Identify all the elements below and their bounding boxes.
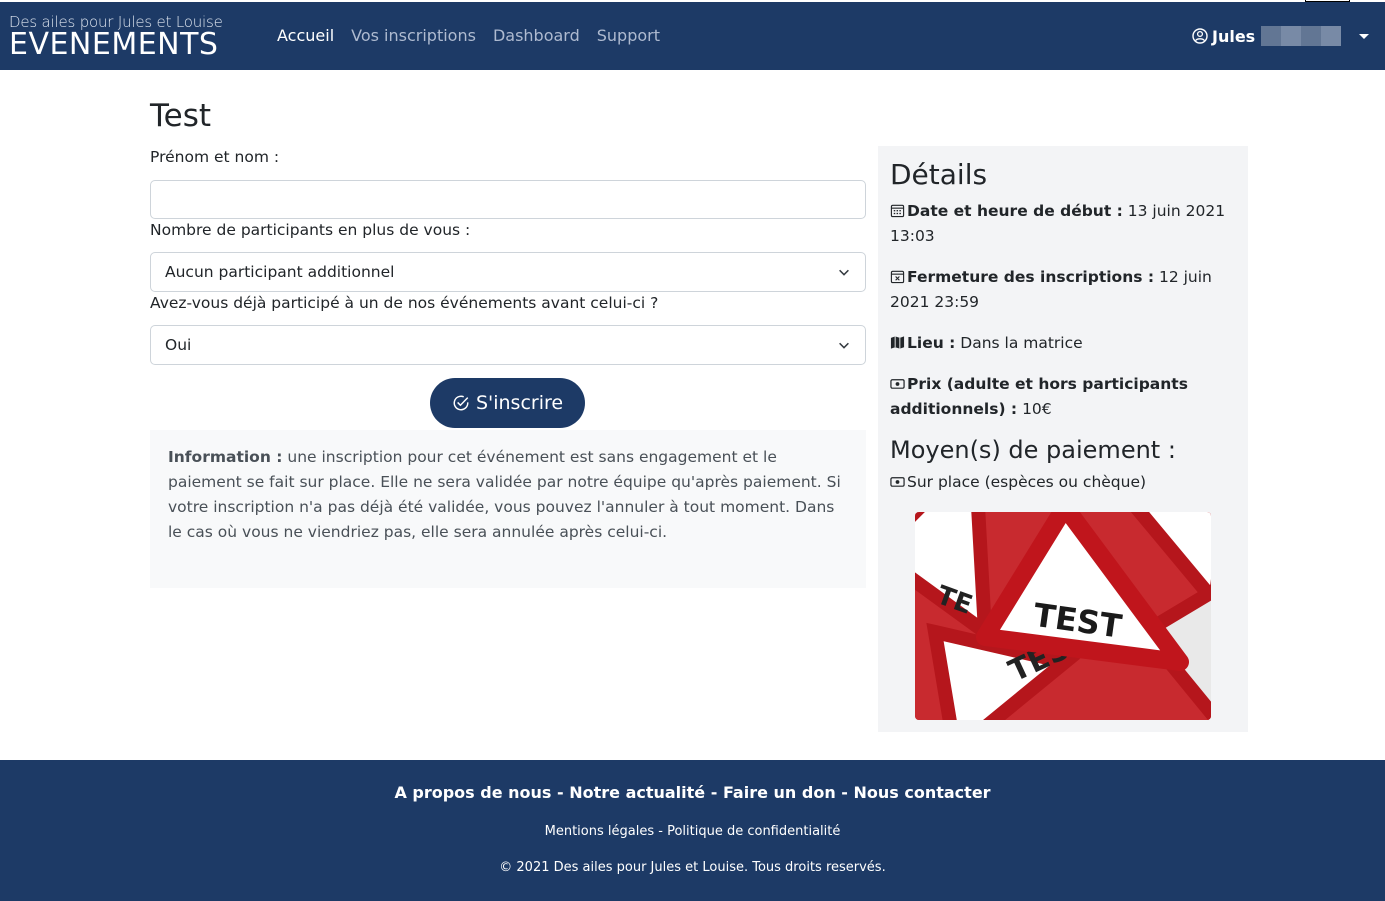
previous-select[interactable]: Oui	[150, 325, 866, 365]
payment-title: Moyen(s) de paiement :	[890, 436, 1176, 464]
details-panel: Détails Date et heure de début : 13 juin…	[878, 146, 1248, 732]
footer-links: A propos de nous - Notre actualité - Fai…	[0, 783, 1385, 802]
page-title: Test	[150, 98, 212, 134]
participants-label: Nombre de participants en plus de vous :	[150, 221, 471, 239]
footer-separator: -	[705, 783, 723, 802]
footer-link-legal-notice[interactable]: Mentions légales	[545, 824, 654, 839]
chevron-down-icon	[1359, 33, 1370, 39]
footer: A propos de nous - Notre actualité - Fai…	[0, 760, 1385, 901]
footer-link-news[interactable]: Notre actualité	[569, 783, 705, 802]
nav-item-support[interactable]: Support	[597, 26, 660, 45]
detail-close-date: Fermeture des inscriptions : 12 juin 202…	[890, 265, 1236, 315]
footer-copyright: © 2021 Des ailes pour Jules et Louise. T…	[499, 860, 886, 875]
name-field[interactable]	[150, 180, 866, 219]
chevron-down-icon	[839, 269, 849, 276]
participants-selected-value: Aucun participant additionnel	[165, 263, 395, 281]
payment-method-text: Sur place (espèces ou chèque)	[907, 473, 1147, 491]
user-menu-dropdown[interactable]: Jules	[1192, 26, 1370, 46]
detail-close-label: Fermeture des inscriptions :	[907, 268, 1155, 286]
nav-links: Accueil Vos inscriptions Dashboard Suppo…	[277, 26, 660, 45]
brand-title: EVENEMENTS	[9, 27, 219, 62]
detail-price: Prix (adulte et hors participants additi…	[890, 372, 1236, 422]
previous-label: Avez-vous déjà participé à un de nos évé…	[150, 294, 659, 312]
details-title: Détails	[890, 158, 988, 191]
calendar-icon	[890, 204, 905, 218]
footer-separator: -	[654, 824, 668, 839]
chevron-down-icon	[839, 342, 849, 349]
footer-separator: -	[835, 783, 854, 802]
detail-place: Lieu : Dans la matrice	[890, 331, 1236, 356]
previous-selected-value: Oui	[165, 336, 192, 354]
redacted-surname	[1261, 26, 1342, 46]
register-button[interactable]: S'inscrire	[430, 378, 585, 428]
map-icon	[890, 336, 905, 349]
footer-legal: Mentions légales - Politique de confiden…	[0, 824, 1385, 839]
nav-item-accueil[interactable]: Accueil	[277, 26, 334, 45]
info-title: Information :	[168, 448, 283, 466]
detail-place-value: Dans la matrice	[955, 334, 1083, 352]
detail-place-label: Lieu :	[907, 334, 956, 352]
footer-link-donate[interactable]: Faire un don	[723, 783, 836, 802]
test-sign-illustration: TE TES TEST	[915, 512, 1211, 720]
footer-link-privacy[interactable]: Politique de confidentialité	[667, 824, 840, 839]
check-circle-icon	[453, 395, 469, 411]
brand-logo[interactable]: Des ailes pour Jules et Louise EVENEMENT…	[9, 14, 223, 60]
user-circle-icon	[1192, 28, 1208, 44]
nav-item-dashboard[interactable]: Dashboard	[493, 26, 580, 45]
top-navbar: Des ailes pour Jules et Louise EVENEMENT…	[0, 0, 1385, 70]
detail-price-value: 10€	[1017, 400, 1052, 418]
detail-start-label: Date et heure de début :	[907, 202, 1123, 220]
name-label: Prénom et nom :	[150, 148, 280, 166]
register-button-label: S'inscrire	[475, 392, 564, 414]
cash-icon	[890, 379, 905, 389]
detail-start-date: Date et heure de début : 13 juin 2021 13…	[890, 199, 1236, 249]
nav-item-inscriptions[interactable]: Vos inscriptions	[351, 26, 476, 45]
footer-link-contact[interactable]: Nous contacter	[854, 783, 991, 802]
event-image: TE TES TEST	[915, 512, 1211, 720]
user-name: Jules	[1212, 26, 1256, 46]
calendar-x-icon	[890, 270, 905, 284]
info-box: Information : une inscription pour cet é…	[150, 430, 866, 588]
footer-link-about[interactable]: A propos de nous	[394, 783, 551, 802]
footer-separator: -	[551, 783, 570, 802]
payment-method: Sur place (espèces ou chèque)	[890, 470, 1236, 494]
corner-indicator	[1305, 0, 1350, 2]
participants-select[interactable]: Aucun participant additionnel	[150, 252, 866, 292]
cash-icon	[890, 477, 905, 487]
